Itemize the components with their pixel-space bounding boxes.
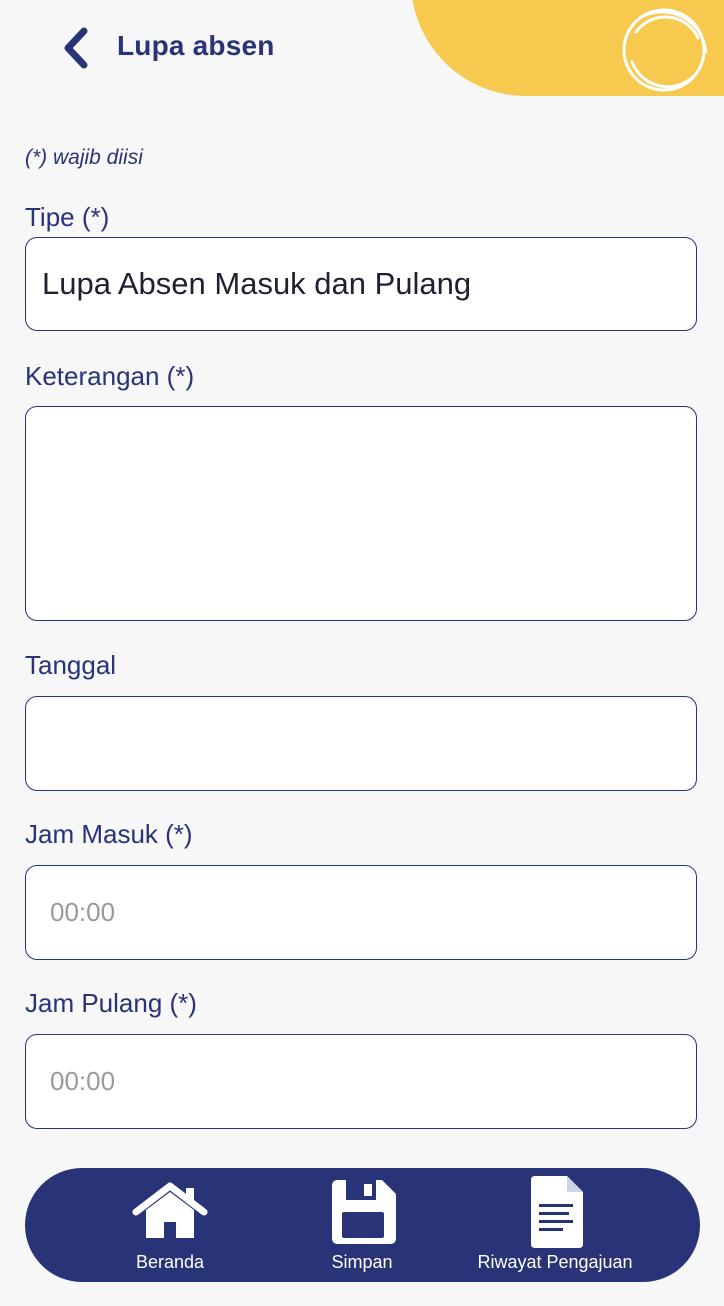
nav-riwayat-pengajuan-label: Riwayat Pengajuan: [477, 1252, 633, 1272]
back-button[interactable]: [52, 24, 98, 72]
tipe-value: Lupa Absen Masuk dan Pulang: [42, 266, 472, 301]
jam-pulang-label: Jam Pulang (*): [25, 988, 197, 1018]
brand-logo-icon: [622, 8, 708, 92]
tipe-select[interactable]: Lupa Absen Masuk dan Pulang: [25, 237, 697, 331]
document-icon: [531, 1176, 583, 1248]
nav-riwayat-pengajuan-button[interactable]: Riwayat Pengajuan: [477, 1168, 633, 1282]
tanggal-label: Tanggal: [25, 650, 117, 680]
app-header: Lupa absen: [0, 0, 724, 120]
tanggal-field[interactable]: [25, 696, 697, 791]
jam-pulang-field[interactable]: 00:00: [25, 1034, 697, 1129]
jam-masuk-label: Jam Masuk (*): [25, 819, 193, 849]
nav-simpan-button[interactable]: Simpan: [312, 1168, 412, 1282]
save-icon: [332, 1180, 396, 1244]
tipe-label: Tipe (*): [25, 202, 110, 232]
jam-masuk-placeholder: 00:00: [50, 897, 116, 927]
nav-beranda-label: Beranda: [135, 1252, 205, 1272]
keterangan-label: Keterangan (*): [25, 361, 195, 391]
jam-pulang-placeholder: 00:00: [50, 1066, 116, 1096]
chevron-left-icon: [64, 27, 88, 69]
nav-simpan-label: Simpan: [331, 1252, 393, 1272]
nav-beranda-button[interactable]: Beranda: [120, 1168, 220, 1282]
home-icon: [132, 1182, 208, 1238]
bottom-navigation: Beranda Simpan Riwayat Pengajuan: [25, 1168, 700, 1282]
jam-masuk-field[interactable]: 00:00: [25, 865, 697, 960]
keterangan-textarea[interactable]: [25, 406, 697, 621]
required-note: (*) wajib diisi: [25, 146, 143, 169]
page-title: Lupa absen: [117, 30, 275, 61]
